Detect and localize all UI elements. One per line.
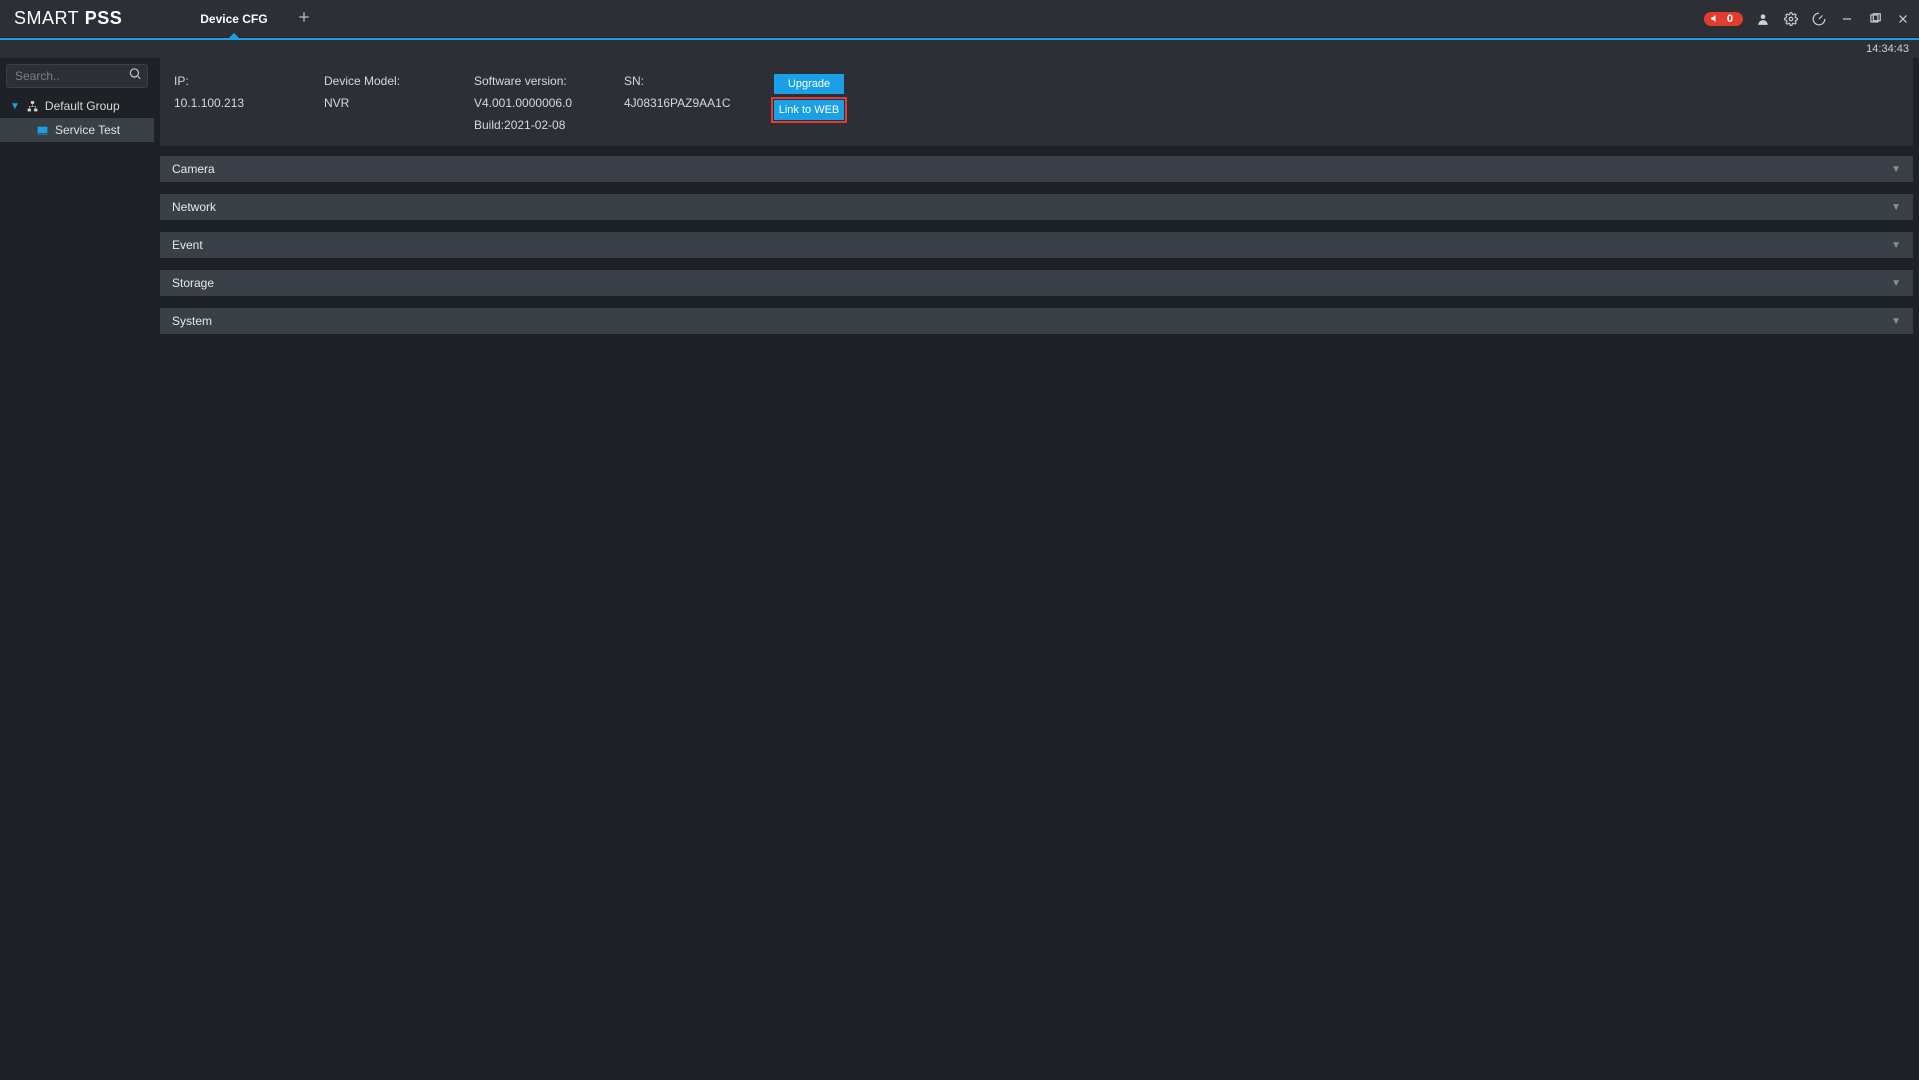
clock-text: 14:34:43 [1866,43,1909,55]
model-value: NVR [324,96,474,110]
minimize-icon [1840,12,1854,26]
accordion-camera[interactable]: Camera ▼ [160,156,1913,182]
accordion-label: Network [172,200,216,214]
device-icon [36,124,49,137]
sn-label: SN: [624,74,774,88]
tab-bar: Device CFG [182,0,321,37]
accordion-event[interactable]: Event ▼ [160,232,1913,258]
sn-value: 4J08316PAZ9AA1C [624,96,774,110]
chevron-down-icon: ▼ [1891,164,1901,175]
tree-group-label: Default Group [45,99,120,113]
model-label: Device Model: [324,74,474,88]
app-logo: SMART PSS [14,8,122,29]
info-col-buttons: Upgrade Link to WEB [774,74,844,132]
tree-item-label: Service Test [55,123,120,137]
gauge-icon [1812,12,1826,26]
logo-part1: SMART [14,8,79,28]
alarm-badge[interactable]: 0 [1704,12,1743,26]
info-col-ip: IP: 10.1.100.213 [174,74,324,132]
link-to-web-button[interactable]: Link to WEB [774,100,844,120]
chevron-down-icon: ▼ [1891,202,1901,213]
body: ▼ Default Group Service Test IP: 10.1.10… [0,58,1919,1080]
ip-value: 10.1.100.213 [174,96,324,110]
info-col-model: Device Model: NVR [324,74,474,132]
accordion-label: Storage [172,276,214,290]
caret-down-icon: ▼ [10,101,20,112]
maximize-button[interactable] [1867,11,1883,27]
chevron-down-icon: ▼ [1891,240,1901,251]
user-button[interactable] [1755,11,1771,27]
sidebar: ▼ Default Group Service Test [0,58,154,1080]
accordion-label: Event [172,238,203,252]
org-icon [26,100,39,113]
titlebar-right: 0 [1704,11,1911,27]
search-box [6,64,148,88]
ip-label: IP: [174,74,324,88]
speaker-icon [1710,13,1721,24]
accordion-label: System [172,314,212,328]
sw-value: V4.001.0000006.0 [474,96,624,110]
user-icon [1756,12,1770,26]
resource-button[interactable] [1811,11,1827,27]
accordion-label: Camera [172,162,215,176]
minimize-button[interactable] [1839,11,1855,27]
info-col-sn: SN: 4J08316PAZ9AA1C [624,74,774,132]
tab-device-cfg[interactable]: Device CFG [182,0,285,37]
tree-item-service-test[interactable]: Service Test [0,118,154,142]
device-tree: ▼ Default Group Service Test [0,94,154,142]
sw-label: Software version: [474,74,624,88]
accordion-storage[interactable]: Storage ▼ [160,270,1913,296]
gear-icon [1784,12,1798,26]
search-icon[interactable] [128,67,142,86]
close-button[interactable] [1895,11,1911,27]
close-icon [1896,12,1910,26]
search-input[interactable] [6,64,148,88]
device-info-card: IP: 10.1.100.213 Device Model: NVR Softw… [160,58,1913,146]
main-panel: IP: 10.1.100.213 Device Model: NVR Softw… [154,58,1919,1080]
tree-group-default[interactable]: ▼ Default Group [0,94,154,118]
info-col-sw: Software version: V4.001.0000006.0 Build… [474,74,624,132]
upgrade-button[interactable]: Upgrade [774,74,844,94]
alarm-count: 0 [1727,13,1733,25]
chevron-down-icon: ▼ [1891,316,1901,327]
settings-button[interactable] [1783,11,1799,27]
chevron-down-icon: ▼ [1891,278,1901,289]
build-value: Build:2021-02-08 [474,118,624,132]
accordion-network[interactable]: Network ▼ [160,194,1913,220]
add-tab-button[interactable] [286,9,322,29]
clock-bar: 14:34:43 [0,40,1919,58]
maximize-icon [1868,12,1882,26]
accordion-system[interactable]: System ▼ [160,308,1913,334]
titlebar: SMART PSS Device CFG 0 [0,0,1919,38]
logo-part2: PSS [85,8,123,28]
tab-label: Device CFG [200,12,267,26]
plus-icon [296,9,312,25]
